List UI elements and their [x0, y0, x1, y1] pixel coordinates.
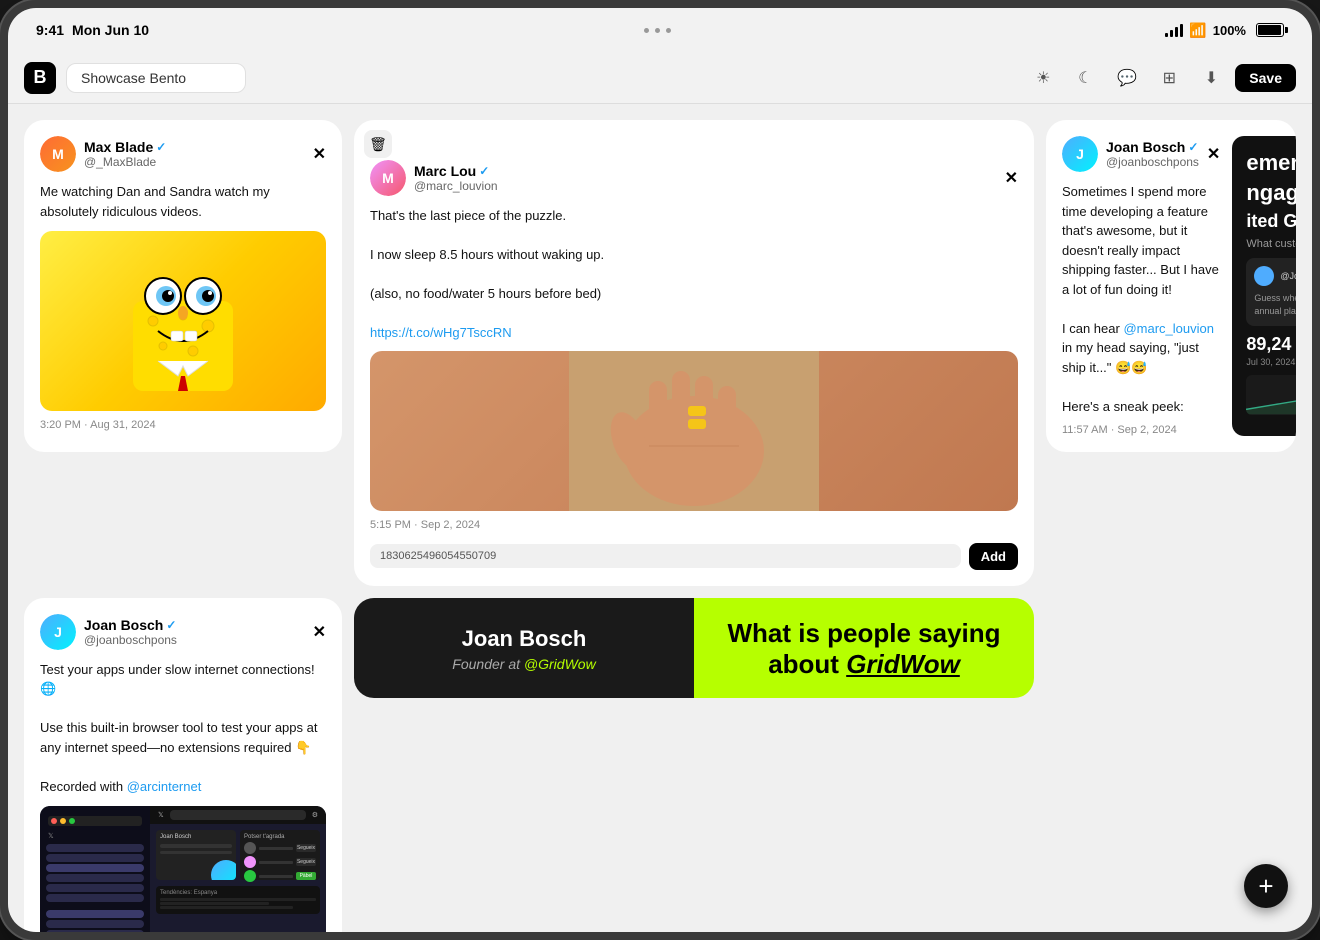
tweet-name-joan1: Joan Bosch ✓ [1106, 139, 1199, 155]
founder-name: Joan Bosch [462, 626, 587, 652]
mention-marc[interactable]: @marc_louvion [1123, 321, 1214, 336]
tweet-name-max: Max Blade ✓ [84, 139, 305, 155]
verified-icon-joan2: ✓ [166, 618, 176, 632]
tweet-handle-marc: @marc_louvion [414, 179, 997, 193]
add-button[interactable]: Add [969, 543, 1018, 570]
tweet-time-marc: 5:15 PM · Sep 2, 2024 [370, 519, 1018, 531]
browser-url[interactable]: Showcase Bento [66, 63, 246, 93]
avatar-max: M [40, 136, 76, 172]
x-icon-marc: ✕ [1005, 168, 1018, 188]
x-icon-max: ✕ [313, 144, 326, 164]
tweet-name-marc: Marc Lou ✓ [414, 163, 997, 179]
arc-screenshot: 𝕏 𝕏 [40, 806, 326, 932]
tweet-id-row: Add [370, 543, 1018, 570]
signal-icon [1165, 23, 1183, 37]
hand-svg [370, 351, 1018, 511]
browser-actions: ☀ ☾ 💬 ⊞ ⬇ Save [1025, 60, 1296, 96]
mention-arc[interactable]: @arcinternet [127, 779, 202, 794]
tweet-handle-max: @_MaxBlade [84, 155, 305, 169]
tweet-text-max: Me watching Dan and Sandra watch my abso… [40, 182, 326, 221]
mid-col: Joan Bosch Founder at @GridWow What is p… [354, 598, 1034, 933]
tweet-user-joan2: Joan Bosch ✓ @joanboschpons [84, 617, 305, 647]
status-date: Mon Jun 10 [72, 22, 149, 38]
save-button[interactable]: Save [1235, 64, 1296, 92]
card-marc-lou: 🗑 M Marc Lou ✓ @marc_louvion ✕ [354, 120, 1034, 586]
headline-text: What is people sayingabout GridWow [727, 618, 1000, 680]
hand-image [370, 351, 1018, 511]
tweet-text-joan2: Test your apps under slow internet conne… [40, 660, 326, 797]
screenshot-content: ement & ngagement & ited Grids What cust… [1232, 136, 1296, 429]
tweet-user-max: Max Blade ✓ @_MaxBlade [84, 139, 305, 169]
tweet-image-spongebob [40, 231, 326, 411]
tweet-user-joan1: Joan Bosch ✓ @joanboschpons [1106, 139, 1199, 169]
arc-sidebar: 𝕏 [40, 806, 150, 932]
tweet-time-joan1: 11:57 AM · Sep 2, 2024 [1062, 424, 1220, 436]
verified-icon-joan1: ✓ [1188, 140, 1198, 154]
card-founder: Joan Bosch Founder at @GridWow [354, 598, 694, 698]
tweet-handle-joan2: @joanboschpons [84, 633, 305, 647]
brightness-button[interactable]: ☀ [1025, 60, 1061, 96]
avatar-joan2: J [40, 614, 76, 650]
tweet-link-marc[interactable]: https://t.co/wHg7TsccRN [370, 325, 512, 340]
dot1 [644, 28, 649, 33]
browser-logo: B [24, 62, 56, 94]
battery-icon [1256, 23, 1284, 37]
comment-button[interactable]: 💬 [1109, 60, 1145, 96]
tweet-header-max: M Max Blade ✓ @_MaxBlade ✕ [40, 136, 326, 172]
founder-headline-cards: Joan Bosch Founder at @GridWow What is p… [354, 598, 1034, 698]
card-joan-2: J Joan Bosch ✓ @joanboschpons ✕ Test you… [24, 598, 342, 933]
card-max-blade: M Max Blade ✓ @_MaxBlade ✕ Me watching D… [24, 120, 342, 452]
arc-main: 𝕏 ⚙ Joan Bosch P [150, 806, 326, 932]
main-content: M Max Blade ✓ @_MaxBlade ✕ Me watching D… [8, 104, 1312, 932]
fab-button[interactable]: + [1244, 864, 1288, 908]
layout-button[interactable]: ⊞ [1151, 60, 1187, 96]
verified-icon-marc: ✓ [479, 164, 489, 178]
card-headline: What is people sayingabout GridWow [694, 598, 1034, 698]
download-button[interactable]: ⬇ [1193, 60, 1229, 96]
tweet-time-max: 3:20 PM · Aug 31, 2024 [40, 419, 326, 431]
spongebob-svg [113, 241, 253, 401]
x-icon-joan1: ✕ [1207, 144, 1220, 164]
card-joan-1-text: J Joan Bosch ✓ @joanboschpons ✕ Sometim [1062, 136, 1220, 436]
status-center [644, 28, 671, 33]
wifi-icon: 📶 [1189, 22, 1206, 39]
status-bar: 9:41 Mon Jun 10 📶 100% [8, 8, 1312, 52]
browser-bar: B Showcase Bento ☀ ☾ 💬 ⊞ ⬇ Save [8, 52, 1312, 104]
founder-title: Founder at @GridWow [452, 656, 595, 672]
tweet-name-joan2: Joan Bosch ✓ [84, 617, 305, 633]
trash-button[interactable]: 🗑 [364, 130, 392, 158]
nightmode-button[interactable]: ☾ [1067, 60, 1103, 96]
chart-svg [1246, 375, 1296, 415]
screenshot-dark: ement & ngagement & ited Grids What cust… [1232, 136, 1296, 436]
verified-icon-max: ✓ [156, 140, 166, 154]
avatar-marc: M [370, 160, 406, 196]
dot3 [666, 28, 671, 33]
tweet-header-marc: M Marc Lou ✓ @marc_louvion ✕ [370, 160, 1018, 196]
status-right: 📶 100% [1165, 22, 1284, 39]
avatar-joan1: J [1062, 136, 1098, 172]
card-joan-1: J Joan Bosch ✓ @joanboschpons ✕ Sometim [1046, 120, 1296, 452]
battery-percent: 100% [1213, 23, 1246, 38]
dot2 [655, 28, 660, 33]
tweet-user-marc: Marc Lou ✓ @marc_louvion [414, 163, 997, 193]
tweet-handle-joan1: @joanboschpons [1106, 155, 1199, 169]
tweet-header-joan2: J Joan Bosch ✓ @joanboschpons ✕ [40, 614, 326, 650]
x-icon-joan2: ✕ [313, 622, 326, 642]
tweet-header-joan1: J Joan Bosch ✓ @joanboschpons ✕ [1062, 136, 1220, 172]
tweet-text-joan1: Sometimes I spend more time developing a… [1062, 182, 1220, 416]
tweet-text-marc: That's the last piece of the puzzle. I n… [370, 206, 1018, 343]
status-time: 9:41 [36, 22, 64, 38]
tweet-id-input[interactable] [370, 544, 961, 568]
